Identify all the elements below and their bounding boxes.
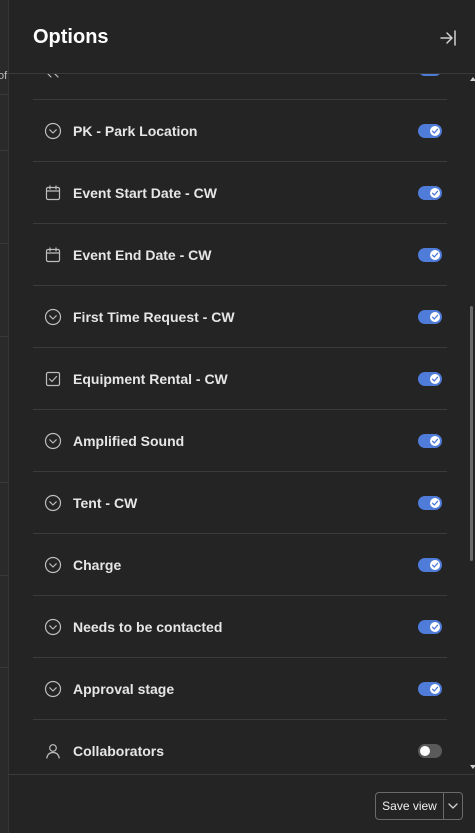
chevron-down-icon	[448, 803, 458, 809]
visibility-toggle[interactable]	[418, 371, 442, 386]
panel-title: Options	[33, 26, 109, 48]
chevron-circle-icon	[44, 432, 62, 450]
save-view-dropdown-button[interactable]	[444, 793, 462, 819]
chevron-circle-icon	[44, 122, 62, 140]
field-label: Approval stage	[73, 680, 175, 697]
field-label: Charge	[73, 556, 122, 573]
backdrop-divider	[0, 94, 8, 95]
visibility-toggle[interactable]	[418, 123, 442, 138]
field-row: Collaborators	[33, 720, 447, 774]
backdrop-divider	[0, 243, 8, 244]
chevron-circle-icon	[44, 680, 62, 698]
visibility-toggle[interactable]	[418, 495, 442, 510]
visibility-toggle[interactable]	[418, 681, 442, 696]
field-label: First Time Request - CW	[73, 308, 235, 325]
field-row: Amplified Sound	[33, 410, 447, 472]
options-panel: Options PK - Park Location Event Start Da…	[8, 0, 475, 833]
collapse-right-icon	[440, 30, 456, 46]
toggle-knob	[430, 187, 440, 198]
toggle-knob	[430, 373, 440, 384]
checkbox-icon	[44, 370, 62, 388]
panel-footer: Save view	[9, 774, 475, 833]
field-label: PK - Park Location	[73, 122, 198, 139]
field-label: Event Start Date - CW	[73, 184, 217, 201]
panel-header: Options	[9, 0, 475, 74]
chevron-circle-icon	[44, 618, 62, 636]
person-icon	[44, 742, 62, 760]
field-row: First Time Request - CW	[33, 286, 447, 348]
toggle-knob	[430, 435, 440, 446]
collapse-panel-button[interactable]	[437, 27, 459, 49]
calendar-icon	[44, 246, 62, 264]
field-label: Event End Date - CW	[73, 246, 212, 263]
backdrop-sliver: of	[0, 0, 8, 833]
toggle-knob	[430, 125, 440, 136]
field-row: Needs to be contacted	[33, 596, 447, 658]
field-row: Event End Date - CW	[33, 224, 447, 286]
field-row	[33, 74, 447, 100]
field-label: Needs to be contacted	[73, 618, 223, 635]
backdrop-text: of	[0, 70, 8, 82]
toggle-knob	[430, 497, 440, 508]
backdrop-divider	[0, 575, 8, 576]
backdrop-divider	[0, 150, 8, 151]
partial-icon	[44, 74, 62, 78]
calendar-icon	[44, 184, 62, 202]
visibility-toggle[interactable]	[418, 74, 442, 76]
toggle-knob	[430, 559, 440, 570]
backdrop-divider	[0, 336, 8, 337]
field-label: Amplified Sound	[73, 432, 185, 449]
field-row: PK - Park Location	[33, 100, 447, 162]
toggle-knob	[430, 311, 440, 322]
chevron-circle-icon	[44, 308, 62, 326]
visibility-toggle[interactable]	[418, 433, 442, 448]
field-label: Equipment Rental - CW	[73, 370, 228, 387]
visibility-toggle[interactable]	[418, 309, 442, 324]
save-view-split-button: Save view	[375, 792, 463, 820]
field-row: Charge	[33, 534, 447, 596]
backdrop-divider	[0, 482, 8, 483]
visibility-toggle[interactable]	[418, 619, 442, 634]
chevron-circle-icon	[44, 556, 62, 574]
scroll-down-icon[interactable]	[470, 764, 475, 770]
toggle-knob	[430, 249, 440, 260]
visibility-toggle[interactable]	[418, 185, 442, 200]
toggle-knob	[430, 621, 440, 632]
toggle-knob	[420, 745, 430, 756]
save-view-button[interactable]: Save view	[376, 793, 443, 819]
field-label: Tent - CW	[73, 494, 138, 511]
scrollbar-thumb[interactable]	[470, 306, 473, 561]
visibility-toggle[interactable]	[418, 247, 442, 262]
field-row: Event Start Date - CW	[33, 162, 447, 224]
field-list: PK - Park Location Event Start Date - CW E…	[9, 74, 475, 774]
field-row: Equipment Rental - CW	[33, 348, 447, 410]
visibility-toggle[interactable]	[418, 743, 442, 758]
scroll-up-icon[interactable]	[470, 76, 475, 82]
field-row: Tent - CW	[33, 472, 447, 534]
field-label: Collaborators	[73, 742, 165, 759]
visibility-toggle[interactable]	[418, 557, 442, 572]
backdrop-divider	[0, 667, 8, 668]
chevron-circle-icon	[44, 494, 62, 512]
field-row: Approval stage	[33, 658, 447, 720]
toggle-knob	[430, 683, 440, 694]
